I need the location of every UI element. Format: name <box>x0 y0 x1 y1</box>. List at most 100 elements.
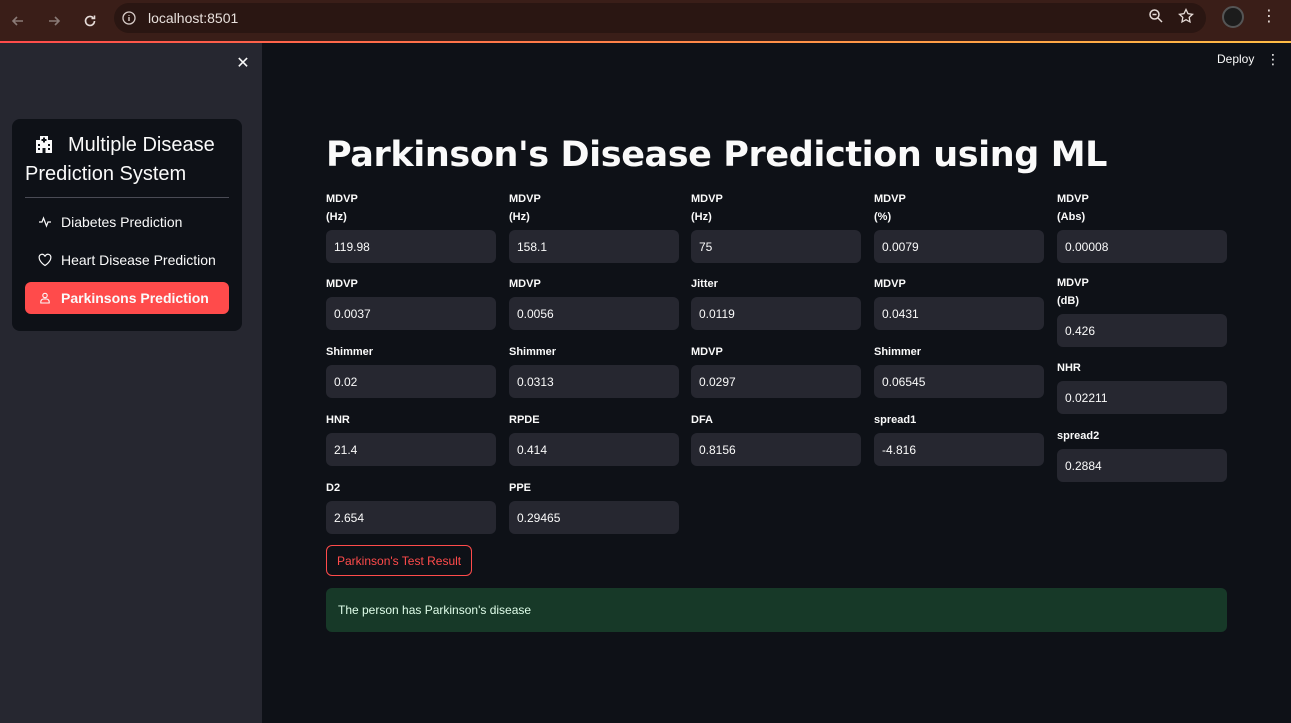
browser-toolbar: localhost:8501 ⋮ <box>0 0 1291 41</box>
field-label: Jitter <box>691 278 718 290</box>
field-label: MDVP <box>874 193 906 205</box>
person-icon <box>37 290 53 306</box>
hospital-icon <box>34 134 56 163</box>
field-nhr: NHR 0.02211 <box>1057 359 1227 414</box>
menu-title-line1: Multiple Disease <box>68 134 215 156</box>
number-input[interactable]: 119.98 <box>326 230 496 263</box>
field-mdvp-jitter-abs: MDVP (Abs) 0.00008 <box>1057 190 1227 263</box>
field-label: MDVP <box>326 278 358 290</box>
field-label: Shimmer <box>326 346 374 358</box>
sidebar-item-parkinsons[interactable]: Parkinsons Prediction <box>25 282 229 314</box>
field-shimmer-dda: Shimmer 0.06545 <box>874 343 1044 398</box>
number-input[interactable]: 0.06545 <box>874 365 1044 398</box>
number-input[interactable]: 0.00008 <box>1057 230 1227 263</box>
deploy-button[interactable]: Deploy <box>1217 52 1254 66</box>
field-mdvp-jitter-percent: MDVP (%) 0.0079 <box>874 190 1044 263</box>
field-label: MDVP <box>874 278 906 290</box>
field-label-sub: (dB) <box>1057 295 1079 307</box>
field-label: MDVP <box>1057 193 1089 205</box>
field-label: MDVP <box>509 278 541 290</box>
option-menu: Multiple Disease Prediction System Diabe… <box>12 119 242 331</box>
field-mdvp-shimmer-db: MDVP (dB) 0.426 <box>1057 274 1227 347</box>
number-input[interactable]: 0.29465 <box>509 501 679 534</box>
number-input[interactable]: 0.02 <box>326 365 496 398</box>
close-sidebar-icon[interactable]: ✕ <box>234 55 252 73</box>
field-label-sub: (Hz) <box>691 211 712 223</box>
field-label: NHR <box>1057 362 1081 374</box>
number-input[interactable]: 2.654 <box>326 501 496 534</box>
number-input[interactable]: 0.426 <box>1057 314 1227 347</box>
field-rpde: RPDE 0.414 <box>509 411 679 466</box>
number-input[interactable]: 75 <box>691 230 861 263</box>
main-menu-icon[interactable]: ⋮ <box>1266 51 1280 68</box>
field-label-sub: (Abs) <box>1057 211 1086 223</box>
field-label-sub: (Hz) <box>326 211 347 223</box>
profile-avatar[interactable] <box>1222 6 1244 28</box>
number-input[interactable]: 0.2884 <box>1057 449 1227 482</box>
field-mdvp-apq: MDVP 0.0297 <box>691 343 861 398</box>
field-label: DFA <box>691 414 713 426</box>
field-mdvp-fhi: MDVP (Hz) 158.1 <box>509 190 679 263</box>
field-dfa: DFA 0.8156 <box>691 411 861 466</box>
number-input[interactable]: 0.8156 <box>691 433 861 466</box>
number-input[interactable]: -4.816 <box>874 433 1044 466</box>
field-label: MDVP <box>691 346 723 358</box>
field-mdvp-rap: MDVP 0.0037 <box>326 275 496 330</box>
browser-menu-icon[interactable]: ⋮ <box>1258 6 1280 28</box>
field-d2: D2 2.654 <box>326 479 496 534</box>
field-label: RPDE <box>509 414 540 426</box>
field-ppe: PPE 0.29465 <box>509 479 679 534</box>
number-input[interactable]: 0.02211 <box>1057 381 1227 414</box>
bookmark-star-icon[interactable] <box>1178 7 1194 29</box>
menu-title-line2: Prediction System <box>25 163 187 185</box>
field-mdvp-ppq: MDVP 0.0056 <box>509 275 679 330</box>
field-spread1: spread1 -4.816 <box>874 411 1044 466</box>
field-label-sub: (Hz) <box>509 211 530 223</box>
number-input[interactable]: 0.0079 <box>874 230 1044 263</box>
number-input[interactable]: 21.4 <box>326 433 496 466</box>
heart-icon <box>37 252 53 268</box>
sidebar-item-heart-disease[interactable]: Heart Disease Prediction <box>25 244 229 276</box>
sidebar-item-diabetes[interactable]: Diabetes Prediction <box>25 206 229 238</box>
field-label: HNR <box>326 414 350 426</box>
forward-icon[interactable] <box>36 4 72 38</box>
field-mdvp-fo: MDVP (Hz) 119.98 <box>326 190 496 263</box>
number-input[interactable]: 0.414 <box>509 433 679 466</box>
field-label: MDVP <box>326 193 358 205</box>
number-input[interactable]: 0.0056 <box>509 297 679 330</box>
number-input[interactable]: 0.0297 <box>691 365 861 398</box>
field-label-sub: (%) <box>874 211 892 223</box>
field-label: MDVP <box>1057 277 1089 289</box>
number-input[interactable]: 0.0313 <box>509 365 679 398</box>
main-content: Deploy ⋮ Parkinson's Disease Prediction … <box>262 43 1291 723</box>
url-text: localhost:8501 <box>148 10 239 26</box>
field-mdvp-shimmer: MDVP 0.0431 <box>874 275 1044 330</box>
test-result-button[interactable]: Parkinson's Test Result <box>326 545 473 576</box>
number-input[interactable]: 158.1 <box>509 230 679 263</box>
sidebar-item-label: Parkinsons Prediction <box>61 290 209 306</box>
menu-divider <box>25 197 229 198</box>
field-label: Shimmer <box>874 346 922 358</box>
sidebar: ✕ Multiple Disease Prediction System Dia… <box>0 43 262 723</box>
site-info-icon[interactable] <box>114 11 144 25</box>
field-spread2: spread2 0.2884 <box>1057 427 1227 482</box>
sidebar-item-label: Heart Disease Prediction <box>61 252 216 268</box>
field-hnr: HNR 21.4 <box>326 411 496 466</box>
activity-icon <box>37 214 53 230</box>
field-shimmer-apq3: Shimmer 0.02 <box>326 343 496 398</box>
back-icon[interactable] <box>0 4 36 38</box>
field-jitter-ddp: Jitter 0.0119 <box>691 275 861 330</box>
sidebar-item-label: Diabetes Prediction <box>61 214 183 230</box>
field-mdvp-flo: MDVP (Hz) 75 <box>691 190 861 263</box>
zoom-icon[interactable] <box>1148 8 1164 29</box>
number-input[interactable]: 0.0119 <box>691 297 861 330</box>
field-label: PPE <box>509 482 532 494</box>
field-shimmer-apq5: Shimmer 0.0313 <box>509 343 679 398</box>
success-alert: The person has Parkinson's disease <box>326 588 1227 632</box>
number-input[interactable]: 0.0037 <box>326 297 496 330</box>
field-label: D2 <box>326 482 341 494</box>
address-bar[interactable]: localhost:8501 <box>114 3 1206 33</box>
reload-icon[interactable] <box>72 4 108 38</box>
number-input[interactable]: 0.0431 <box>874 297 1044 330</box>
field-label: MDVP <box>509 193 541 205</box>
